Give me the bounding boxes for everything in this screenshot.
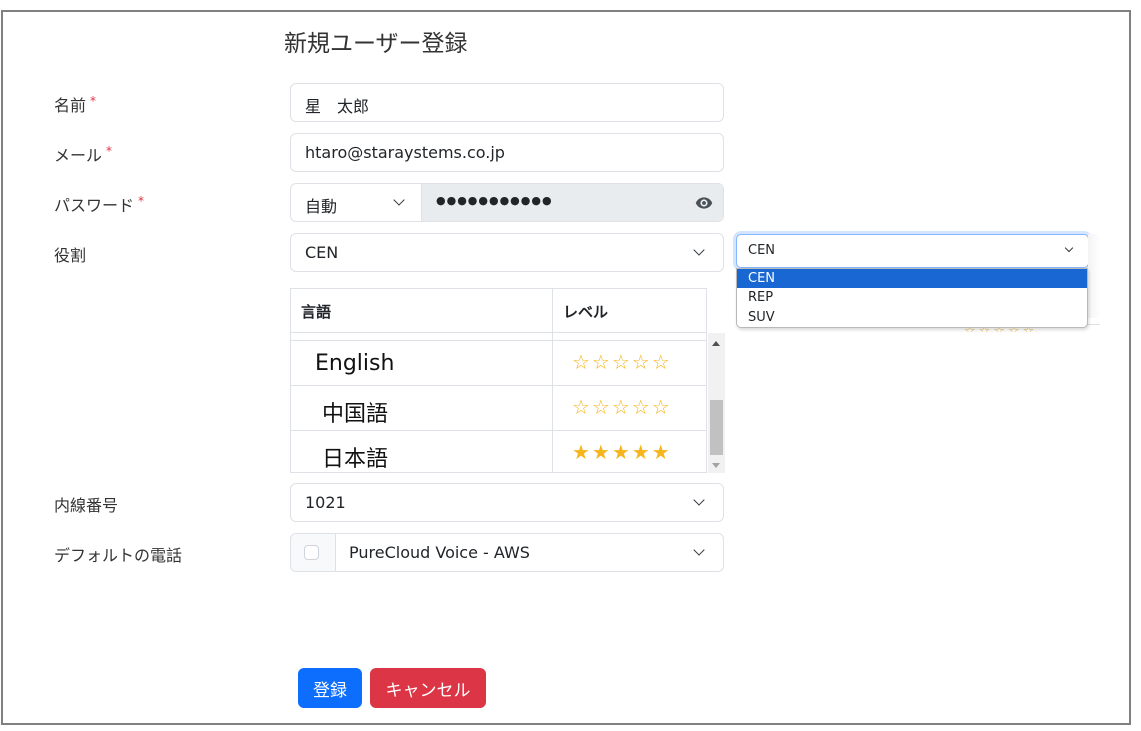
- language-table: 言語 レベル English ☆☆☆☆☆ 中国語 ☆☆☆☆☆ 日本語 ★★★★★: [290, 288, 725, 473]
- star-rating[interactable]: ☆☆☆☆☆: [572, 395, 672, 419]
- required-mark: *: [90, 94, 97, 108]
- role-label: 役割: [54, 246, 87, 265]
- default-phone-label: デフォルトの電話: [54, 546, 183, 565]
- column-header-level: レベル: [563, 303, 609, 321]
- language-name: 日本語: [322, 447, 389, 472]
- role-dropdown-list: CEN REP SUV: [736, 268, 1088, 328]
- email-label: メール *: [54, 144, 113, 165]
- scrollbar-thumb[interactable]: [710, 400, 723, 455]
- star-rating[interactable]: ★★★★★: [572, 440, 672, 464]
- extension-select[interactable]: 1021: [290, 483, 724, 522]
- password-group: 自動 ●●●●●●●●●●●: [290, 183, 724, 222]
- table-scrollbar[interactable]: [708, 333, 725, 473]
- star-rating[interactable]: ☆☆☆☆☆: [572, 350, 672, 374]
- role-option-suv[interactable]: SUV: [737, 308, 1087, 327]
- eye-icon[interactable]: [695, 194, 713, 212]
- default-phone-group: PureCloud Voice - AWS: [290, 533, 724, 572]
- chevron-down-icon: [693, 494, 705, 506]
- role-select[interactable]: CEN: [290, 233, 724, 272]
- table-body: English ☆☆☆☆☆ 中国語 ☆☆☆☆☆ 日本語 ★★★★★: [290, 333, 707, 473]
- default-phone-select[interactable]: PureCloud Voice - AWS: [336, 534, 723, 571]
- column-header-language: 言語: [301, 303, 332, 321]
- password-mode-select[interactable]: 自動: [291, 184, 422, 221]
- cancel-button[interactable]: キャンセル: [370, 668, 486, 708]
- table-row: 中国語 ☆☆☆☆☆: [291, 386, 706, 431]
- required-mark: *: [138, 194, 145, 208]
- language-name: English: [315, 351, 395, 376]
- language-name: 中国語: [322, 402, 389, 427]
- required-mark: *: [106, 144, 113, 158]
- default-phone-checkbox[interactable]: [304, 545, 319, 560]
- scroll-down-arrow-icon[interactable]: [712, 463, 720, 468]
- table-row: 日本語 ★★★★★: [291, 431, 706, 472]
- register-button[interactable]: 登録: [298, 668, 362, 708]
- name-label: 名前 *: [54, 94, 97, 115]
- scroll-up-arrow-icon[interactable]: [712, 341, 720, 346]
- table-row: English ☆☆☆☆☆: [291, 341, 706, 386]
- role-option-rep[interactable]: REP: [737, 288, 1087, 307]
- name-input[interactable]: 星 太郎: [290, 83, 724, 122]
- role-select-open[interactable]: CEN: [736, 234, 1089, 268]
- page-title: 新規ユーザー登録: [284, 31, 468, 57]
- password-label: パスワード *: [54, 194, 145, 215]
- password-input[interactable]: ●●●●●●●●●●●: [422, 184, 723, 221]
- table-header: 言語 レベル: [290, 288, 707, 333]
- chevron-down-icon: [693, 544, 705, 556]
- chevron-down-icon: [693, 244, 705, 256]
- email-input[interactable]: htaro@staraystems.co.jp: [290, 133, 724, 172]
- chevron-down-icon: [393, 194, 405, 206]
- extension-label: 内線番号: [54, 496, 119, 515]
- chevron-down-icon: [1064, 243, 1074, 253]
- role-option-cen[interactable]: CEN: [737, 269, 1087, 289]
